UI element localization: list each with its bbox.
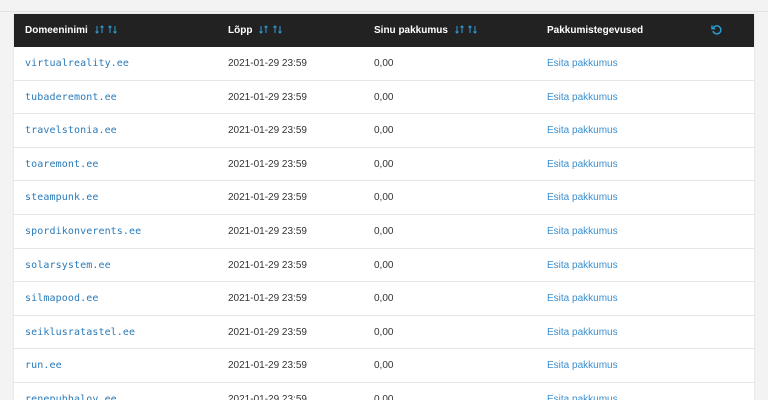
your-bid: 0,00 bbox=[374, 158, 394, 170]
submit-bid-link[interactable]: Esita pakkumus bbox=[547, 249, 618, 282]
your-bid: 0,00 bbox=[374, 225, 394, 237]
sort-arrows-icon[interactable] bbox=[94, 25, 104, 34]
your-bid: 0,00 bbox=[374, 393, 394, 400]
sort-arrows-icon[interactable] bbox=[108, 25, 118, 34]
submit-bid-link[interactable]: Esita pakkumus bbox=[547, 81, 618, 114]
domain-link[interactable]: renepuhhalov.ee bbox=[25, 383, 117, 400]
table-row: steampunk.ee 2021-01-29 23:59 0,00 Esita pa… bbox=[14, 181, 754, 215]
submit-bid-link[interactable]: Esita pakkumus bbox=[547, 215, 618, 248]
end-time: 2021-01-29 23:59 bbox=[228, 91, 307, 103]
submit-bid-link[interactable]: Esita pakkumus bbox=[547, 47, 618, 80]
end-time: 2021-01-29 23:59 bbox=[228, 259, 307, 271]
sort-arrows-icon[interactable] bbox=[468, 25, 478, 34]
your-bid: 0,00 bbox=[374, 293, 394, 305]
your-bid: 0,00 bbox=[374, 192, 394, 204]
domain-link[interactable]: solarsystem.ee bbox=[25, 249, 111, 282]
end-time: 2021-01-29 23:59 bbox=[228, 326, 307, 338]
end-time: 2021-01-29 23:59 bbox=[228, 393, 307, 400]
your-bid: 0,00 bbox=[374, 125, 394, 137]
refresh-icon[interactable] bbox=[711, 24, 723, 36]
submit-bid-link[interactable]: Esita pakkumus bbox=[547, 282, 618, 315]
end-time: 2021-01-29 23:59 bbox=[228, 225, 307, 237]
your-bid: 0,00 bbox=[374, 259, 394, 271]
your-bid: 0,00 bbox=[374, 326, 394, 338]
submit-bid-link[interactable]: Esita pakkumus bbox=[547, 383, 618, 400]
sort-arrows-icon[interactable] bbox=[259, 25, 269, 34]
domain-link[interactable]: travelstonia.ee bbox=[25, 114, 117, 147]
submit-bid-link[interactable]: Esita pakkumus bbox=[547, 349, 618, 382]
table-row: travelstonia.ee 2021-01-29 23:59 0,00 Esita… bbox=[14, 114, 754, 148]
domain-link[interactable]: seiklusratastel.ee bbox=[25, 316, 135, 349]
end-time: 2021-01-29 23:59 bbox=[228, 293, 307, 305]
domain-link[interactable]: steampunk.ee bbox=[25, 181, 98, 214]
column-header-domain[interactable]: Domeeninimi bbox=[25, 14, 119, 47]
submit-bid-link[interactable]: Esita pakkumus bbox=[547, 114, 618, 147]
table-body: virtualreality.ee 2021-01-29 23:59 0,00 Esi… bbox=[14, 47, 754, 400]
domain-link[interactable]: tubaderemont.ee bbox=[25, 81, 117, 114]
column-header-bid[interactable]: Sinu pakkumus bbox=[374, 14, 479, 47]
table-row: seiklusratastel.ee 2021-01-29 23:59 0,00 Es… bbox=[14, 316, 754, 350]
table-row: spordikonverents.ee 2021-01-29 23:59 0,00 E… bbox=[14, 215, 754, 249]
submit-bid-link[interactable]: Esita pakkumus bbox=[547, 181, 618, 214]
top-bar bbox=[0, 0, 768, 12]
table-header: Domeeninimi Lõpp Sinu pakkumus Pakkumist… bbox=[14, 14, 754, 47]
column-header-actions: Pakkumistegevused bbox=[547, 25, 644, 36]
domain-link[interactable]: run.ee bbox=[25, 349, 62, 382]
your-bid: 0,00 bbox=[374, 360, 394, 372]
table-row: silmapood.ee 2021-01-29 23:59 0,00 Esita pa… bbox=[14, 282, 754, 316]
column-header-end[interactable]: Lõpp bbox=[228, 14, 284, 47]
end-time: 2021-01-29 23:59 bbox=[228, 360, 307, 372]
domain-link[interactable]: silmapood.ee bbox=[25, 282, 98, 315]
end-time: 2021-01-29 23:59 bbox=[228, 192, 307, 204]
table-row: virtualreality.ee 2021-01-29 23:59 0,00 Esi… bbox=[14, 47, 754, 81]
table-row: tubaderemont.ee 2021-01-29 23:59 0,00 Esita… bbox=[14, 81, 754, 115]
end-time: 2021-01-29 23:59 bbox=[228, 125, 307, 137]
domain-link[interactable]: spordikonverents.ee bbox=[25, 215, 141, 248]
sort-arrows-icon[interactable] bbox=[454, 25, 464, 34]
auction-table: Domeeninimi Lõpp Sinu pakkumus Pakkumist… bbox=[14, 14, 754, 400]
table-row: renepuhhalov.ee 2021-01-29 23:59 0,00 Esita… bbox=[14, 383, 754, 400]
table-row: run.ee 2021-01-29 23:59 0,00 Esita pakkumus bbox=[14, 349, 754, 383]
domain-link[interactable]: virtualreality.ee bbox=[25, 47, 129, 80]
your-bid: 0,00 bbox=[374, 91, 394, 103]
end-time: 2021-01-29 23:59 bbox=[228, 158, 307, 170]
submit-bid-link[interactable]: Esita pakkumus bbox=[547, 316, 618, 349]
submit-bid-link[interactable]: Esita pakkumus bbox=[547, 148, 618, 181]
sort-arrows-icon[interactable] bbox=[273, 25, 282, 34]
table-row: toaremont.ee 2021-01-29 23:59 0,00 Esita pa… bbox=[14, 148, 754, 182]
end-time: 2021-01-29 23:59 bbox=[228, 58, 307, 69]
table-row: solarsystem.ee 2021-01-29 23:59 0,00 Esita … bbox=[14, 249, 754, 283]
domain-link[interactable]: toaremont.ee bbox=[25, 148, 98, 181]
your-bid: 0,00 bbox=[374, 58, 394, 69]
